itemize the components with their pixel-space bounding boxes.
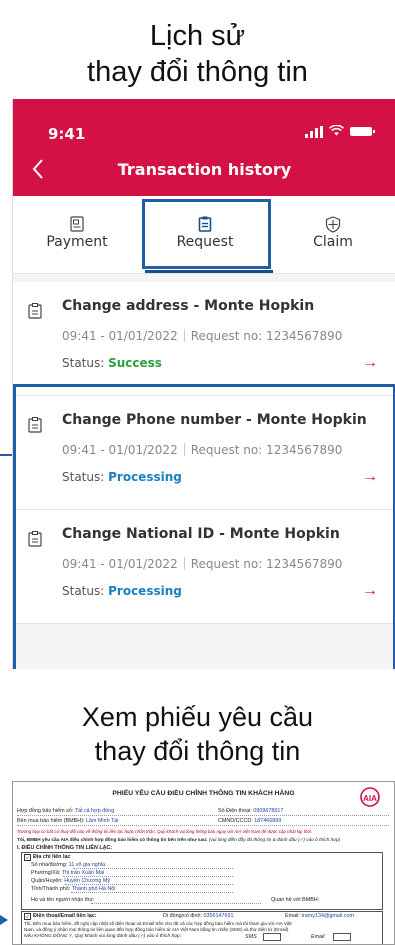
form-line: ✓ Điện thoại/Email liên lạc: [24,913,97,920]
form-value: tramy134@gmail.com [301,913,354,919]
tab-claim[interactable]: Claim [269,196,395,273]
tab-label: Payment [46,234,108,250]
refuse-text: Nếu KHÔNG ĐỒNG Ý, Quý khách vui lòng đán… [24,934,182,939]
form-value: 0356147691 [203,913,234,919]
form-rule [63,876,233,877]
system-indicators [305,124,375,138]
transaction-title: Change address - Monte Hopkin [62,298,315,314]
request-number: Request no: 1234567890 [190,329,343,343]
logo-text: AIA [363,794,377,803]
consent-text: Nam, và đồng ý nhận mọi thông tin liên q… [24,927,290,932]
form-label: Số Điện thoại: [218,808,252,814]
status-time: 9:41 [48,125,86,143]
form-rule [91,903,261,904]
pointer-arrow-icon [0,915,8,925]
form-label: Tôi, BMBH yêu cầu AIA điều chỉnh hợp đồn… [17,837,208,842]
highlight-frame-request-tab [142,199,271,269]
form-label: Hợp đồng bảo hiểm số: [17,808,74,814]
heading-line: thay đổi thông tin [94,736,301,766]
form-line: Hợp đồng bảo hiểm số: Tất cả hợp đồng [17,808,114,814]
form-section-title: I. ĐIỀU CHỈNH THÔNG TIN LIÊN LẠC: [17,845,113,851]
form-title: PHIẾU YÊU CẦU ĐIỀU CHỈNH THÔNG TIN KHÁCH… [112,790,295,797]
status-bar: 9:41 [13,121,395,145]
checkbox-checked: ✓ [24,854,31,861]
form-label: Địa chỉ liên lạc [33,854,71,860]
status-label: Status: [62,356,105,370]
form-rule [71,892,233,893]
form-rule [65,884,233,885]
heading-line: thay đổi thông tin [87,56,308,88]
form-label: Bên mua bảo hiểm (BMBH): [17,818,85,824]
document-icon [28,303,42,324]
highlight-frame-list [13,384,395,669]
active-tab-indicator [145,270,273,273]
form-line: ✓ Địa chỉ liên lạc [24,854,70,861]
heading-line: Xem phiếu yêu cầu [81,702,314,732]
section-heading-history: Lịch sử thay đổi thông tin [0,18,395,90]
form-rule [73,868,233,869]
form-label: CMND/CCCD: [218,818,253,824]
phone-screen: 9:41 Transaction history Payment Request… [12,99,395,669]
arrow-right-icon: → [362,354,378,371]
status-badge: Success [108,356,162,370]
divider [183,329,185,342]
form-label: Di động/cố định: [163,913,202,919]
form-line: CMND/CCCD: 187466899 [218,818,281,824]
form-line: Quan hệ với BMBH: [271,897,319,903]
request-form-preview: PHIẾU YÊU CẦU ĐIỀU CHỈNH THÔNG TIN KHÁCH… [12,781,395,945]
form-line: Họ và tên người nhận thư: [31,897,95,903]
tab-label: Claim [313,234,353,250]
form-label: Tỉnh/Thành phố: [31,886,71,892]
tab-payment[interactable]: Payment [13,196,141,273]
form-label: Email: [285,913,300,919]
form-label: SMS [245,934,257,940]
form-line: Email: tramy134@gmail.com [285,913,354,919]
form-line: Bên mua bảo hiểm (BMBH): Lâm Minh Tài [17,818,118,824]
form-value: Lâm Minh Tài [85,818,119,824]
nav-title: Transaction history [117,160,292,179]
battery-icon [350,127,375,136]
checkbox-checked: ✓ [24,913,31,920]
form-value: Tất cả hợp đồng [74,808,115,814]
heading-line: Lịch sử [149,20,246,52]
form-label: Quan hệ với BMBH: [271,897,320,903]
form-hint: (vui lòng điền đầy đủ thông tin & đánh d… [208,837,341,842]
aia-logo: AIA [358,787,382,812]
form-rule [17,825,389,826]
form-label: Quận/Huyện: [31,878,63,884]
form-label: Điện thoại/Email liên lạc: [33,913,97,919]
signal-icon [305,125,323,138]
form-line: Di động/cố định: 0356147691 [163,913,233,919]
list-item[interactable]: Change address - Monte Hopkin 09:41 - 01… [13,282,395,396]
section-heading-form: Xem phiếu yêu cầu thay đổi thông tin [0,700,395,768]
email-checkbox [333,933,351,941]
form-value: 187466899 [254,818,282,824]
transaction-status: Status: Success [62,356,162,370]
transaction-meta: 09:41 - 01/01/2022 Request no: 1234567890 [62,329,342,343]
form-label: Email [311,934,325,940]
app-header: 9:41 Transaction history [13,99,395,196]
form-line: Số Điện thoại: 0909678917 [218,808,283,814]
form-label: Phường/Xã: [31,870,61,876]
form-value: 0909678917 [253,808,284,814]
form-notice: Trường hợp có bất cứ thay đổi nào về thô… [17,829,313,834]
transaction-time: 09:41 - 01/01/2022 [62,329,178,343]
form-line: Tôi, BMBH yêu cầu AIA điều chỉnh hợp đồn… [17,837,340,843]
connector-line [0,454,12,456]
form-label: Số nhà/đường: [31,862,68,868]
wifi-icon [329,124,344,138]
form-label: Họ và tên người nhận thư: [31,897,95,903]
consent-text: Tôi, Bên mua bảo hiểm, đề nghị cập nhật … [24,921,292,926]
sms-checkbox [263,933,281,941]
form-rule [17,815,389,816]
